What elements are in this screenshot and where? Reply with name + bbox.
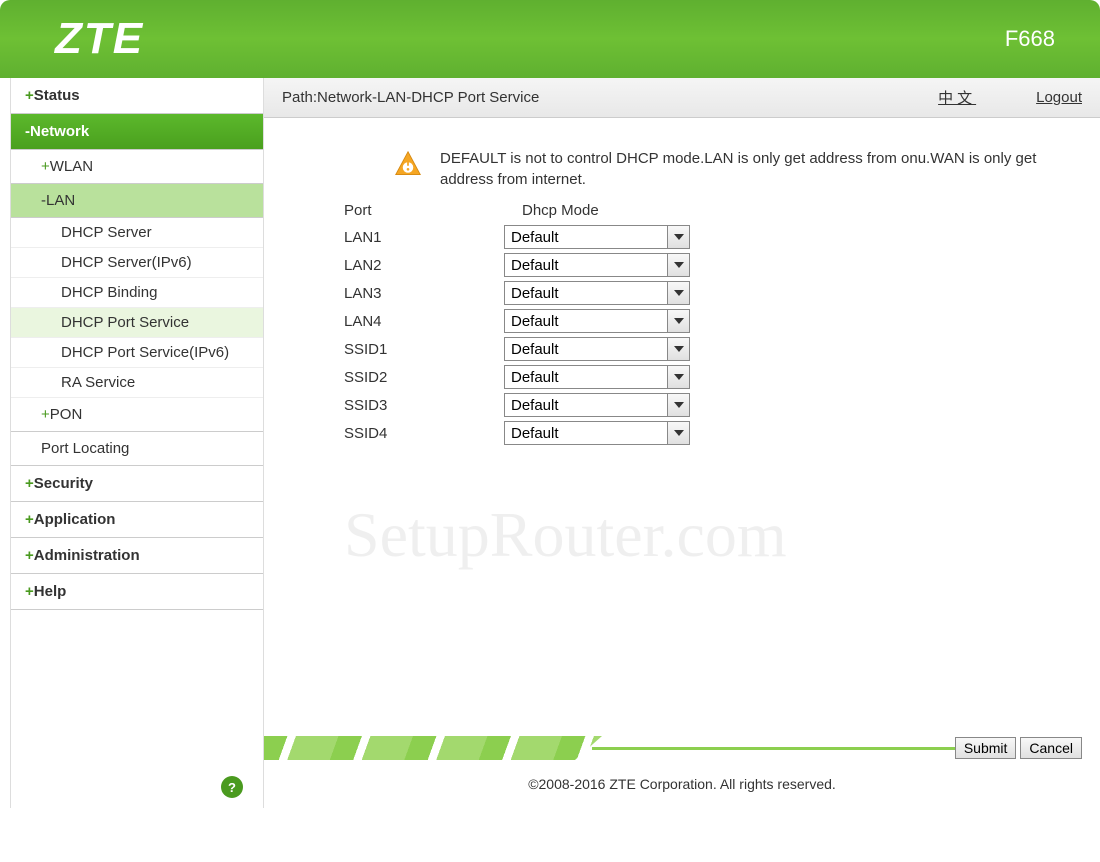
dhcp-mode-select[interactable]: Default (504, 421, 690, 445)
sidebar-item-port-locating[interactable]: Port Locating (11, 432, 263, 466)
select-value: Default (511, 341, 559, 358)
sidebar-label: Help (34, 583, 67, 600)
sidebar-label: Network (30, 123, 89, 140)
sidebar-item-dhcp-server[interactable]: DHCP Server (11, 218, 263, 248)
sidebar-item-pon[interactable]: +PON (11, 398, 263, 432)
brand-logo: ZTE (55, 14, 144, 64)
port-label: SSID1 (344, 341, 504, 358)
port-row: LAN2 Default (344, 253, 1060, 277)
sidebar-label: Status (34, 87, 80, 104)
port-row: SSID3 Default (344, 393, 1060, 417)
port-row: SSID1 Default (344, 337, 1060, 361)
column-header-port: Port (344, 202, 522, 219)
port-row: SSID4 Default (344, 421, 1060, 445)
sidebar-label: Application (34, 511, 116, 528)
port-row: LAN3 Default (344, 281, 1060, 305)
select-value: Default (511, 229, 559, 246)
sidebar-item-application[interactable]: +Application (11, 502, 263, 538)
submit-button[interactable]: Submit (955, 737, 1017, 759)
column-header-mode: Dhcp Mode (522, 202, 599, 219)
model-label: F668 (1005, 26, 1055, 52)
select-value: Default (511, 257, 559, 274)
chevron-down-icon (667, 226, 689, 248)
port-label: SSID3 (344, 397, 504, 414)
sidebar-item-administration[interactable]: +Administration (11, 538, 263, 574)
sidebar-item-help[interactable]: +Help (11, 574, 263, 610)
dhcp-mode-select[interactable]: Default (504, 337, 690, 361)
breadcrumb-bar: Path:Network-LAN-DHCP Port Service 中文 Lo… (264, 78, 1100, 118)
sidebar-item-dhcp-binding[interactable]: DHCP Binding (11, 278, 263, 308)
footer-line (592, 747, 955, 750)
chevron-down-icon (667, 366, 689, 388)
select-value: Default (511, 369, 559, 386)
chevron-down-icon (667, 394, 689, 416)
cancel-button[interactable]: Cancel (1020, 737, 1082, 759)
footer-decoration (264, 736, 602, 760)
info-icon (394, 150, 422, 178)
breadcrumb-path: Path:Network-LAN-DHCP Port Service (282, 89, 938, 106)
dhcp-mode-select[interactable]: Default (504, 309, 690, 333)
logout-link[interactable]: Logout (1036, 89, 1082, 106)
dhcp-mode-select[interactable]: Default (504, 253, 690, 277)
port-row: LAN4 Default (344, 309, 1060, 333)
sidebar-label: Security (34, 475, 93, 492)
sidebar-item-dhcp-server-ipv6[interactable]: DHCP Server(IPv6) (11, 248, 263, 278)
select-value: Default (511, 313, 559, 330)
port-row: LAN1 Default (344, 225, 1060, 249)
chevron-down-icon (667, 310, 689, 332)
sidebar-label: LAN (46, 192, 75, 209)
port-label: LAN4 (344, 313, 504, 330)
port-label: LAN1 (344, 229, 504, 246)
footer-bar: Submit Cancel (264, 736, 1100, 760)
sidebar-label: Administration (34, 547, 140, 564)
header: ZTE F668 (0, 0, 1100, 78)
select-value: Default (511, 425, 559, 442)
sidebar-item-dhcp-port-service[interactable]: DHCP Port Service (11, 308, 263, 338)
language-link[interactable]: 中文 (938, 87, 976, 108)
chevron-down-icon (667, 422, 689, 444)
dhcp-mode-select[interactable]: Default (504, 225, 690, 249)
sidebar-item-lan[interactable]: -LAN (11, 184, 263, 218)
sidebar-item-network[interactable]: -Network (11, 114, 263, 150)
chevron-down-icon (667, 338, 689, 360)
dhcp-mode-select[interactable]: Default (504, 393, 690, 417)
info-message: DEFAULT is not to control DHCP mode.LAN … (440, 148, 1060, 190)
watermark: SetupRouter.com (344, 498, 787, 572)
port-label: LAN3 (344, 285, 504, 302)
select-value: Default (511, 397, 559, 414)
select-value: Default (511, 285, 559, 302)
sidebar-item-security[interactable]: +Security (11, 466, 263, 502)
port-row: SSID2 Default (344, 365, 1060, 389)
sidebar: +Status -Network +WLAN -LAN DHCP Server … (10, 78, 264, 808)
dhcp-mode-select[interactable]: Default (504, 365, 690, 389)
port-label: SSID2 (344, 369, 504, 386)
copyright: ©2008-2016 ZTE Corporation. All rights r… (264, 776, 1100, 792)
dhcp-mode-select[interactable]: Default (504, 281, 690, 305)
help-icon[interactable]: ? (221, 776, 243, 798)
sidebar-label: PON (50, 406, 83, 423)
sidebar-item-ra-service[interactable]: RA Service (11, 368, 263, 398)
sidebar-label: WLAN (50, 158, 93, 175)
sidebar-item-wlan[interactable]: +WLAN (11, 150, 263, 184)
port-label: SSID4 (344, 425, 504, 442)
main-content: Path:Network-LAN-DHCP Port Service 中文 Lo… (264, 78, 1100, 808)
port-label: LAN2 (344, 257, 504, 274)
chevron-down-icon (667, 254, 689, 276)
sidebar-item-dhcp-port-service-ipv6[interactable]: DHCP Port Service(IPv6) (11, 338, 263, 368)
chevron-down-icon (667, 282, 689, 304)
sidebar-item-status[interactable]: +Status (11, 78, 263, 114)
